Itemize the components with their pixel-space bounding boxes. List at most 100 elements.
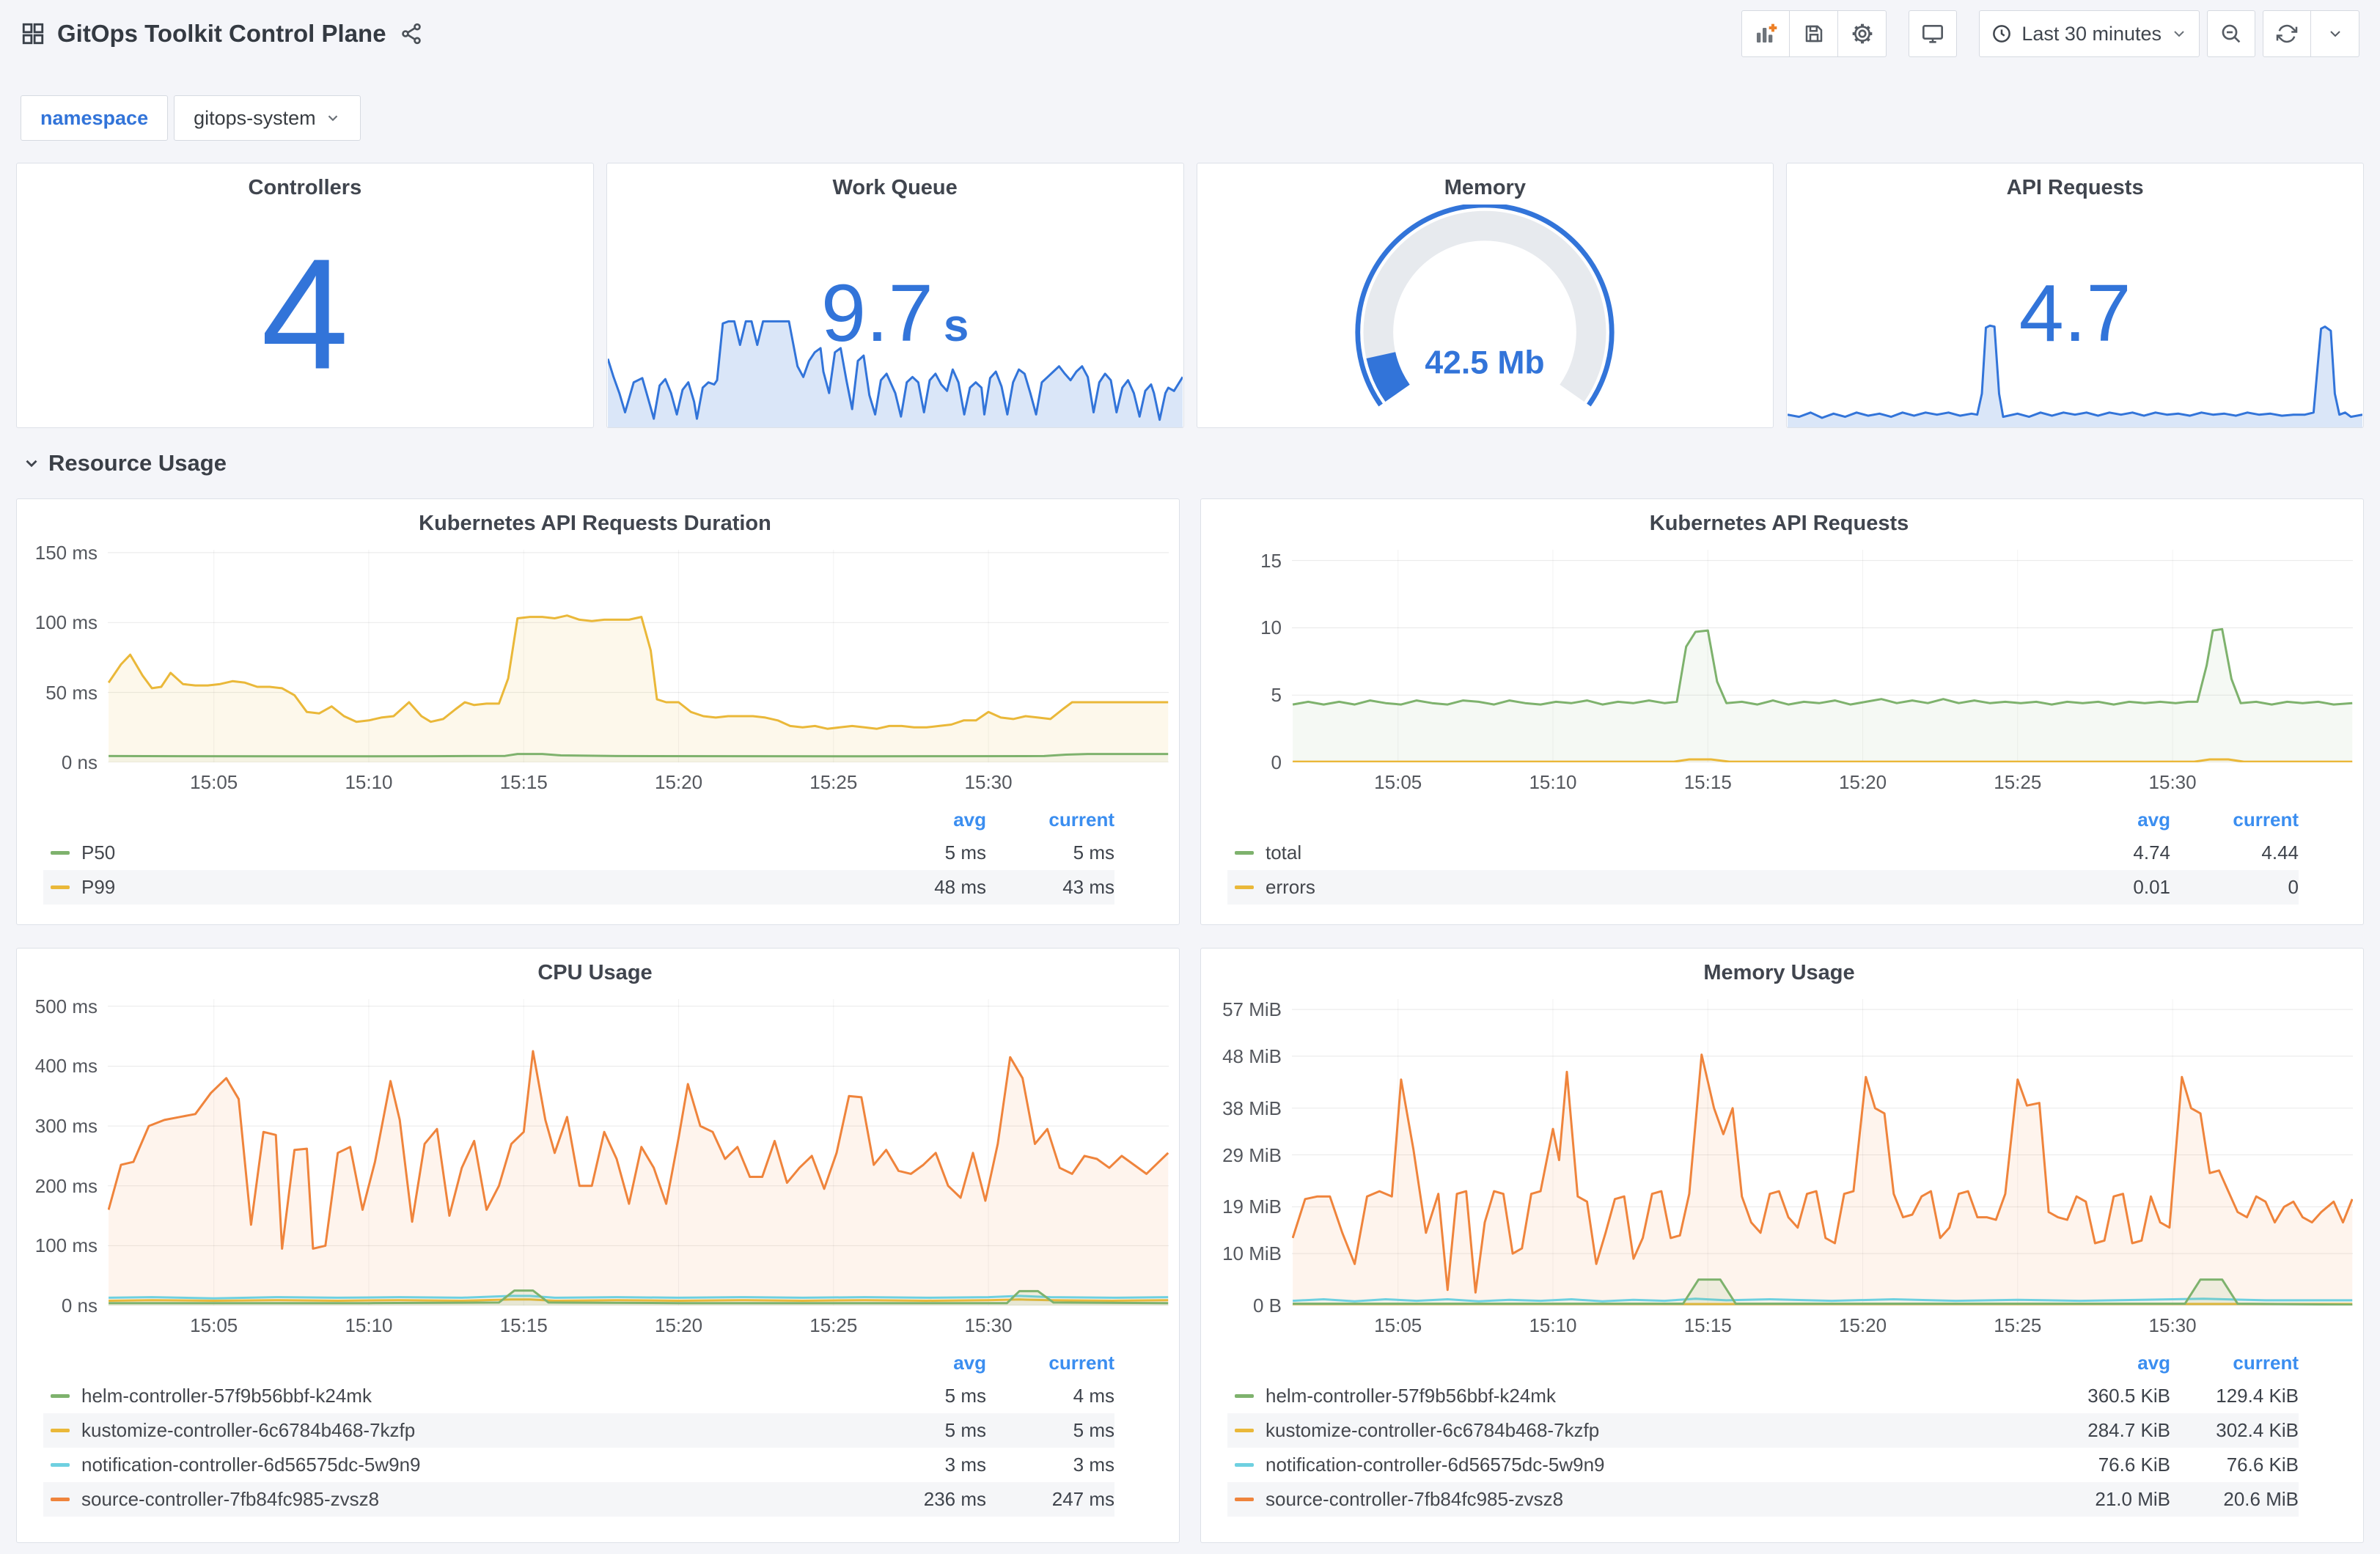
refresh-interval-dropdown[interactable] [2311,10,2359,57]
legend-row: total 4.74 4.44 [1227,836,2299,870]
legend-sort-avg[interactable]: avg [2060,1352,2170,1374]
legend-row: helm-controller-57f9b56bbf-k24mk 5 ms 4 ms [43,1379,1114,1413]
plot-area[interactable] [108,999,1169,1306]
legend: avg current P50 5 ms 5 ms P99 48 ms 43 ms [43,803,1114,905]
series-color-dash [1235,1498,1254,1501]
series-current-value: 20.6 MiB [2223,1488,2299,1510]
chart-row-2: CPU Usage 0 ns 100 ms 200 ms 300 ms 400 ms 50… [16,948,2364,1543]
y-tick-label: 15 [1260,549,1282,572]
x-tick-label: 15:20 [654,771,703,793]
panel-title[interactable]: Memory [1197,163,1774,204]
legend-row: source-controller-7fb84fc985-zvsz8 236 ms… [43,1482,1114,1517]
panel-memory-usage: Memory Usage 0 B 10 MiB 19 MiB 29 MiB 38 MiB… [1200,948,2364,1543]
controllers-value: 4 [261,225,349,402]
legend-sort-avg[interactable]: avg [2060,809,2170,831]
series-current-value: 247 ms [1051,1488,1114,1510]
plot-area[interactable] [1292,550,2353,762]
stat-row: Controllers 4 Work Queue 9.7 s Memory 42.… [16,163,2364,428]
memory-gauge: 42.5 Mb [1197,205,1774,424]
series-label[interactable]: source-controller-7fb84fc985-zvsz8 [1266,1488,2060,1511]
y-axis: 0 B 10 MiB 19 MiB 29 MiB 38 MiB 48 MiB 57 MiB [1205,998,1292,1317]
namespace-select[interactable]: gitops-system [174,95,361,141]
cycle-view-mode-button[interactable] [1909,10,1958,57]
series-color-dash [51,885,70,889]
panel-title[interactable]: CPU Usage [21,949,1169,989]
y-tick-label: 5 [1271,684,1282,707]
x-tick-label: 15:15 [499,771,548,793]
zoom-out-button[interactable] [2207,10,2255,57]
series-avg-value: 236 ms [923,1488,986,1510]
y-tick-label: 400 ms [34,1055,98,1078]
x-tick-label: 15:30 [2148,1314,2197,1336]
memory-gauge-value: 42.5 Mb [1425,345,1545,380]
legend-row: P50 5 ms 5 ms [43,836,1114,870]
panel-title[interactable]: Kubernetes API Requests [1205,499,2353,540]
panel-cpu-usage: CPU Usage 0 ns 100 ms 200 ms 300 ms 400 ms 50… [16,948,1180,1543]
plot-area[interactable] [108,550,1169,762]
x-tick-label: 15:15 [1683,1314,1732,1336]
legend-row: source-controller-7fb84fc985-zvsz8 21.0 M… [1227,1482,2299,1517]
series-label[interactable]: notification-controller-6d56575dc-5w9n9 [81,1454,876,1476]
namespace-value: gitops-system [194,106,316,129]
series-current-value: 5 ms [1073,1419,1114,1441]
panel-controllers: Controllers 4 [16,163,594,428]
y-axis: 0 5 10 15 [1205,549,1292,773]
section-resource-usage[interactable]: Resource Usage [16,428,2364,498]
y-tick-label: 57 MiB [1222,998,1282,1021]
series-label[interactable]: total [1266,842,2060,864]
series-label[interactable]: helm-controller-57f9b56bbf-k24mk [1266,1385,2060,1407]
add-panel-button[interactable] [1741,10,1790,57]
y-tick-label: 100 ms [34,611,98,634]
x-tick-label: 15:10 [345,1314,393,1336]
refresh-button[interactable] [2263,10,2311,57]
x-tick-label: 15:25 [1994,1314,2042,1336]
series-label[interactable]: source-controller-7fb84fc985-zvsz8 [81,1488,876,1511]
y-axis: 0 ns 50 ms 100 ms 150 ms [21,542,108,773]
dashboard-settings-button[interactable] [1838,10,1887,57]
legend-row: kustomize-controller-6c6784b468-7kzfp 5 m… [43,1413,1114,1448]
series-label[interactable]: kustomize-controller-6c6784b468-7kzfp [1266,1419,2060,1442]
dashboard-grid-icon[interactable] [21,21,45,46]
series-avg-value: 5 ms [944,1385,986,1407]
y-tick-label: 48 MiB [1222,1045,1282,1067]
api-requests-value: 4.7 [2019,268,2131,359]
x-tick-label: 15:20 [1838,771,1887,793]
panel-title[interactable]: Kubernetes API Requests Duration [21,499,1169,540]
legend-sort-avg[interactable]: avg [876,1352,986,1374]
legend-sort-current[interactable]: current [2170,1352,2299,1374]
legend-sort-current[interactable]: current [986,809,1114,831]
series-label[interactable]: P50 [81,842,876,864]
y-tick-label: 10 MiB [1222,1242,1282,1265]
legend: avg current total 4.74 4.44 errors 0.01 0 [1227,803,2299,905]
panel-title[interactable]: Controllers [17,163,593,204]
variable-label-namespace[interactable]: namespace [21,95,169,141]
x-tick-label: 15:10 [1529,771,1577,793]
panel-k8s-api-requests: Kubernetes API Requests 0 5 10 15 15:05 15:10… [1200,498,2364,925]
share-icon[interactable] [400,22,423,45]
series-label[interactable]: P99 [81,876,876,899]
legend-sort-current[interactable]: current [986,1352,1114,1374]
series-label[interactable]: notification-controller-6d56575dc-5w9n9 [1266,1454,2060,1476]
time-range-picker[interactable]: Last 30 minutes [1979,10,2200,57]
x-tick-label: 15:20 [654,1314,703,1336]
plot-area[interactable] [1292,999,2353,1306]
x-tick-label: 15:15 [499,1314,548,1336]
x-tick-label: 15:25 [809,771,858,793]
chevron-down-icon [2170,25,2188,43]
panel-title[interactable]: API Requests [1787,163,2363,204]
series-color-dash [1235,1463,1254,1467]
legend-sort-avg[interactable]: avg [876,809,986,831]
series-label[interactable]: kustomize-controller-6c6784b468-7kzfp [81,1419,876,1442]
y-tick-label: 100 ms [34,1234,98,1257]
legend-sort-current[interactable]: current [2170,809,2299,831]
series-label[interactable]: errors [1266,876,2060,899]
save-dashboard-button[interactable] [1790,10,1839,57]
x-axis: 15:05 15:10 15:15 15:20 15:25 15:30 [1292,1306,2353,1339]
panel-title[interactable]: Memory Usage [1205,949,2353,989]
series-avg-value: 3 ms [944,1454,986,1476]
x-tick-label: 15:15 [1683,771,1732,793]
series-label[interactable]: helm-controller-57f9b56bbf-k24mk [81,1385,876,1407]
y-tick-label: 29 MiB [1222,1144,1282,1166]
series-color-dash [1235,1429,1254,1432]
panel-title[interactable]: Work Queue [607,163,1183,204]
